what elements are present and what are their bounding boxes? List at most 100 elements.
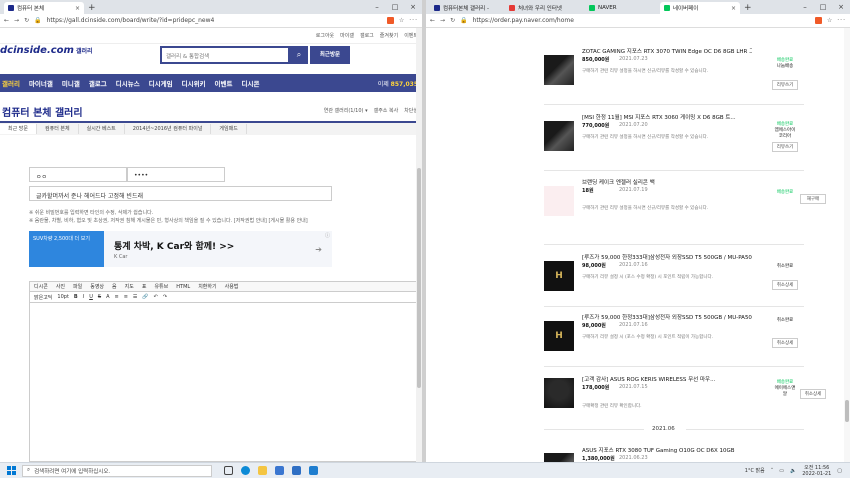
- order-item[interactable]: H [루즈가 59,000 한정333대]삼성전자 외장SSD T5 500GB…: [544, 313, 754, 363]
- product-image[interactable]: [544, 55, 574, 85]
- font-color-icon[interactable]: A: [106, 294, 109, 300]
- password-field[interactable]: ••••: [127, 167, 225, 182]
- recent-visit-button[interactable]: 최근방문: [310, 46, 350, 64]
- image-button[interactable]: 사진: [56, 283, 65, 290]
- info-icon[interactable]: ⓘ: [325, 232, 330, 239]
- close-window-icon[interactable]: ×: [404, 0, 422, 14]
- audio-button[interactable]: 음: [112, 283, 117, 290]
- nickname-field[interactable]: ㅇㅇ: [29, 167, 127, 182]
- order-item[interactable]: 브랜딩 케이크 엔젤러 실리콘 백 18원 2021.07.19 구매하기 관련…: [544, 178, 754, 240]
- nav-dccon[interactable]: 디시콘: [242, 78, 260, 88]
- header-link[interactable]: 마이갤: [340, 32, 354, 39]
- redo-icon[interactable]: ↷: [163, 294, 167, 300]
- review-button[interactable]: 리뷰쓰기: [772, 80, 798, 90]
- nav-mini[interactable]: 미니갤: [62, 78, 80, 88]
- gallery-tab[interactable]: 최근 방문: [0, 124, 37, 134]
- gallery-title[interactable]: 컴퓨터 본체 갤러리: [2, 104, 83, 119]
- clock[interactable]: 오전 11:56 2022-01-21: [802, 465, 831, 477]
- start-button[interactable]: [0, 463, 22, 479]
- chevron-up-icon[interactable]: ˄: [771, 468, 774, 474]
- right-scroll-thumb[interactable]: [845, 400, 849, 422]
- gallery-tab[interactable]: 게임패드: [211, 124, 247, 134]
- copy-address-link[interactable]: 갤주소 복사: [374, 107, 399, 114]
- header-link[interactable]: 갤로그: [360, 32, 374, 39]
- rebuy-button[interactable]: 재구매: [800, 194, 826, 204]
- volume-icon[interactable]: 🔈: [790, 468, 796, 474]
- link-icon[interactable]: 🔗: [142, 294, 148, 300]
- dcinside-logo[interactable]: dcinside.com 갤러리: [0, 45, 93, 56]
- underline-icon[interactable]: U: [89, 294, 93, 300]
- right-tab[interactable]: 처녀와 우리 인터넷: [505, 2, 585, 14]
- product-image[interactable]: H: [544, 321, 574, 351]
- nav-game[interactable]: 디시게임: [149, 78, 173, 88]
- font-size-select[interactable]: 10pt: [57, 294, 69, 300]
- favorites-icon[interactable]: ☆: [827, 17, 832, 24]
- weather-widget[interactable]: 1°C 맑음: [745, 467, 765, 474]
- align-left-icon[interactable]: ≡: [114, 294, 118, 300]
- subject-field[interactable]: 글카할머까서 준나 헤어드다 고정해 빈드래: [29, 186, 332, 201]
- nav-gallog[interactable]: 갤로그: [89, 78, 107, 88]
- font-select[interactable]: 맑은고딕: [34, 294, 52, 301]
- right-tab[interactable]: 컴퓨터본체 갤러리 -: [430, 2, 505, 14]
- close-tab-icon[interactable]: ×: [75, 5, 80, 12]
- help-button[interactable]: 사용법: [225, 283, 239, 290]
- order-title[interactable]: [루즈가 59,000 한정333대]삼성전자 외장SSD T5 500GB /…: [582, 313, 752, 321]
- forward-icon[interactable]: →: [14, 17, 19, 24]
- post-content-editor[interactable]: [29, 303, 419, 462]
- order-title[interactable]: [MSI 한정 11월] MSI 지포스 RTX 3060 게이밍 X D6 8…: [582, 113, 752, 121]
- header-link[interactable]: 즐겨찾기: [380, 32, 398, 39]
- order-title[interactable]: [루즈가 59,000 한정333대]삼성전자 외장SSD T5 500GB /…: [582, 253, 752, 261]
- photos-icon[interactable]: [309, 466, 318, 475]
- italic-icon[interactable]: I: [83, 294, 84, 300]
- table-button[interactable]: 표: [142, 283, 147, 290]
- minimize-icon[interactable]: –: [368, 0, 386, 14]
- cancel-detail-button[interactable]: 취소상세: [772, 338, 798, 348]
- right-active-tab[interactable]: 네이버페이 ×: [660, 2, 740, 14]
- product-image[interactable]: [544, 378, 574, 408]
- close-tab-icon[interactable]: ×: [731, 5, 736, 12]
- extension-icon[interactable]: [386, 17, 394, 24]
- order-item[interactable]: ZOTAC GAMING 지포스 RTX 3070 TWIN Edge OC D…: [544, 47, 754, 97]
- menu-icon[interactable]: ···: [837, 17, 846, 24]
- order-title[interactable]: ZOTAC GAMING 지포스 RTX 3070 TWIN Edge OC D…: [582, 47, 752, 55]
- task-view-icon[interactable]: [224, 466, 233, 475]
- product-image[interactable]: [544, 453, 574, 462]
- undo-icon[interactable]: ↶: [154, 294, 158, 300]
- html-button[interactable]: HTML: [176, 284, 190, 290]
- edge-icon[interactable]: [241, 466, 250, 475]
- gallery-tab[interactable]: 실시간 베스트: [79, 124, 125, 134]
- nav-news[interactable]: 디시뉴스: [116, 78, 140, 88]
- left-active-tab[interactable]: 컴퓨터 본체 ×: [4, 2, 84, 14]
- order-item[interactable]: [MSI 한정 11월] MSI 지포스 RTX 3060 게이밍 X D6 8…: [544, 113, 754, 163]
- order-item[interactable]: H [루즈가 59,000 한정333대]삼성전자 외장SSD T5 500GB…: [544, 253, 754, 303]
- order-item[interactable]: ASUS 지포스 RTX 3080 TUF Gaming O10G OC D6X…: [544, 446, 754, 462]
- order-title[interactable]: ASUS 지포스 RTX 3080 TUF Gaming O10G OC D6X…: [582, 446, 752, 454]
- refresh-icon[interactable]: ↻: [450, 17, 455, 24]
- taskbar-search[interactable]: ⌕ 검색하려면 여기에 입력하십시오.: [22, 464, 212, 477]
- order-title[interactable]: [고객 감사] ASUS ROG KERIS WIRELESS 무선 마우...: [582, 375, 752, 383]
- file-explorer-icon[interactable]: [258, 466, 267, 475]
- right-scrollbar[interactable]: [844, 28, 850, 462]
- strike-icon[interactable]: S: [98, 294, 101, 300]
- network-icon[interactable]: ▭: [779, 468, 784, 474]
- extension-icon[interactable]: [814, 17, 822, 24]
- left-scroll-thumb[interactable]: [417, 168, 421, 388]
- list-icon[interactable]: ☰: [133, 294, 137, 300]
- nav-wiki[interactable]: 디시위키: [182, 78, 206, 88]
- new-tab-icon[interactable]: +: [740, 2, 756, 14]
- review-button[interactable]: 리뷰쓰기: [772, 142, 798, 152]
- order-item[interactable]: [고객 감사] ASUS ROG KERIS WIRELESS 무선 마우...…: [544, 375, 754, 420]
- youtube-button[interactable]: 유튜브: [154, 283, 168, 290]
- left-url-input[interactable]: https://gall.dcinside.com/board/write/?i…: [47, 17, 382, 24]
- gallery-tab[interactable]: 컴퓨터 본체: [37, 124, 79, 134]
- maximize-icon[interactable]: □: [386, 0, 404, 14]
- dccon-button[interactable]: 디시콘: [34, 283, 48, 290]
- header-link[interactable]: 로그아웃: [316, 32, 334, 39]
- product-image[interactable]: H: [544, 261, 574, 291]
- right-url-input[interactable]: https://order.pay.naver.com/home: [473, 17, 810, 24]
- nav-gallery[interactable]: 갤러리: [2, 78, 20, 88]
- gallery-search-input[interactable]: 갤러리 & 통합검색: [160, 46, 290, 64]
- refresh-icon[interactable]: ↻: [24, 17, 29, 24]
- store-icon[interactable]: [275, 466, 284, 475]
- nav-event[interactable]: 이벤트: [215, 78, 233, 88]
